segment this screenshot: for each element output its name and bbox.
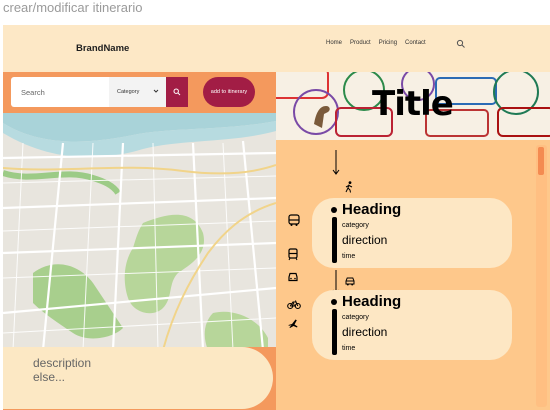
card-time: time (342, 345, 356, 352)
card-timeline-bar (332, 217, 337, 263)
card-direction: direction (342, 325, 388, 339)
nav-link-contact[interactable]: Contact (405, 40, 426, 46)
search-icon (173, 88, 181, 96)
chevron-down-icon (153, 89, 159, 93)
search-bar: Search Category (11, 77, 188, 107)
top-navigation: BrandName Home Product Pricing Contact (3, 25, 550, 70)
brand-name[interactable]: BrandName (76, 43, 129, 54)
itinerary-panel: Heading category direction time Heading … (276, 140, 550, 410)
car-front-icon[interactable] (287, 271, 299, 283)
card-heading: Heading (342, 201, 402, 218)
category-select-label: Category (117, 89, 140, 95)
search-icon[interactable] (456, 39, 466, 49)
category-select[interactable]: Category (109, 77, 166, 107)
nav-link-home[interactable]: Home (326, 40, 342, 46)
card-timeline-bar (332, 309, 337, 355)
itinerary-card[interactable]: Heading category direction time (312, 290, 512, 360)
nav-links: Home Product Pricing Contact (326, 40, 426, 46)
tram-icon[interactable] (287, 247, 299, 261)
frame-title: crear/modificar itinerario (3, 0, 143, 15)
stamps-banner: Title (276, 72, 550, 140)
walk-icon (345, 181, 353, 193)
card-time: time (342, 253, 356, 260)
nav-link-pricing[interactable]: Pricing (379, 40, 397, 46)
bus-icon[interactable] (287, 213, 301, 227)
app-frame: BrandName Home Product Pricing Contact S… (3, 25, 550, 410)
card-dot (331, 299, 337, 305)
nav-link-product[interactable]: Product (350, 40, 371, 46)
description-text: description else... (33, 356, 92, 384)
search-panel: Search Category add to itinerary (3, 72, 276, 114)
map-image (3, 113, 276, 350)
banner-title: Title (372, 84, 454, 124)
map-view[interactable] (3, 113, 276, 350)
description-panel: description else... (3, 347, 276, 410)
itinerary-card[interactable]: Heading category direction time (312, 198, 512, 268)
add-to-itinerary-button[interactable]: add to itinerary (203, 77, 255, 107)
plane-icon[interactable] (287, 318, 299, 330)
car-icon (345, 277, 355, 286)
description-card: description else... (3, 347, 273, 409)
itinerary-scrollbar[interactable] (536, 145, 547, 407)
bicycle-icon[interactable] (287, 298, 301, 310)
card-category: category (342, 314, 369, 321)
card-category: category (342, 222, 369, 229)
card-heading: Heading (342, 293, 402, 310)
card-direction: direction (342, 233, 388, 247)
connector-arrow (332, 150, 340, 175)
scrollbar-thumb[interactable] (538, 147, 544, 175)
card-dot (331, 207, 337, 213)
search-button[interactable] (166, 77, 188, 107)
search-input[interactable]: Search (21, 88, 45, 97)
